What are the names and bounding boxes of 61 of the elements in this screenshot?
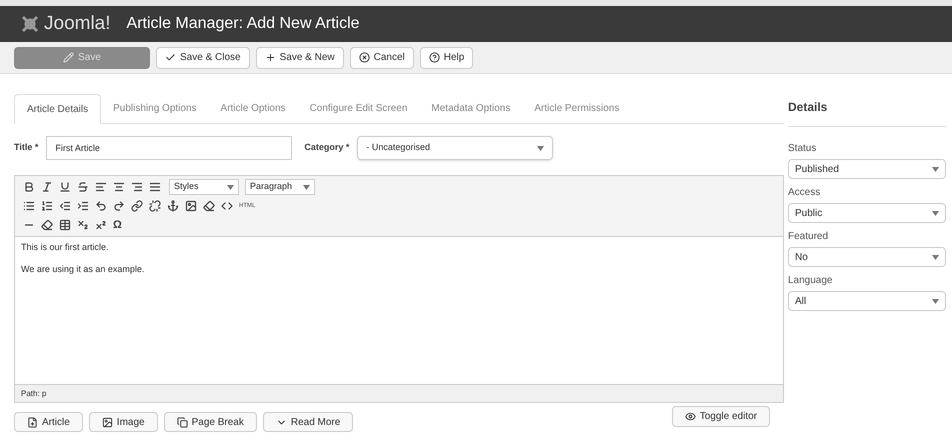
tab[interactable]: Metadata Options	[419, 93, 522, 123]
sidebar-select[interactable]: Public	[788, 203, 946, 223]
field-label: Featured	[788, 230, 830, 244]
check-icon	[165, 52, 176, 63]
pages-icon	[176, 416, 188, 428]
caret-icon	[537, 146, 544, 150]
editor-button[interactable]: Read More	[262, 412, 354, 432]
image-icon[interactable]	[183, 198, 199, 214]
sidebar-heading: Details	[788, 98, 946, 127]
title-input[interactable]: First Article	[46, 136, 292, 160]
editor-button[interactable]: Image	[88, 412, 158, 432]
caret-icon	[932, 254, 939, 260]
editor-button[interactable]: Article	[14, 412, 83, 432]
sidebar-select[interactable]: All	[788, 291, 946, 311]
page-title: Article Manager: Add New Article	[126, 14, 360, 34]
image-icon	[102, 416, 113, 428]
toolbar-button[interactable]: Save & Close	[156, 46, 250, 68]
anchor-icon[interactable]	[165, 198, 181, 214]
edit-icon	[63, 52, 74, 63]
caret-icon	[227, 184, 234, 190]
styles-select[interactable]: Styles	[169, 179, 239, 195]
caret-icon	[932, 298, 939, 304]
sidebar-select[interactable]: Published	[788, 159, 946, 179]
editor-path: Path: p	[21, 388, 46, 400]
tab[interactable]: Publishing Options	[101, 93, 209, 123]
plus-icon	[264, 52, 276, 63]
field-label: Category *	[304, 141, 350, 154]
toolbar-button[interactable]: Cancel	[350, 46, 414, 68]
link-icon[interactable]	[129, 198, 145, 214]
field-label: Status	[788, 142, 818, 156]
help-icon	[428, 52, 440, 63]
editor-content[interactable]: This is our first article. We are using it as an example.	[15, 237, 783, 384]
field-label: Title *	[14, 141, 38, 154]
editor-button[interactable]: Page Break	[164, 412, 257, 432]
logo-icon	[20, 14, 40, 34]
caret-icon	[932, 166, 939, 172]
field-label: Language	[788, 274, 834, 288]
table-icon[interactable]	[57, 217, 73, 233]
toolbar-button[interactable]: Help	[420, 46, 474, 68]
sidebar-select[interactable]: No	[788, 247, 946, 267]
editor-paragraph: We are using it as an example.	[21, 262, 146, 276]
file-icon	[27, 416, 38, 428]
format-select[interactable]: Paragraph	[245, 179, 315, 195]
cancel-icon	[358, 52, 370, 63]
caret-icon	[303, 184, 310, 190]
field-label: Access	[788, 186, 822, 200]
tab[interactable]: Article Details	[14, 94, 102, 124]
eraser-icon[interactable]	[39, 217, 55, 233]
editor-paragraph: This is our first article.	[21, 241, 110, 254]
toggle-editor-button[interactable]: Toggle editor	[672, 406, 770, 427]
brand-name: Joomla!	[44, 12, 111, 36]
unlink-icon[interactable]	[147, 198, 163, 214]
eye-icon	[684, 411, 696, 422]
special-character-button[interactable]: Ω	[111, 216, 124, 234]
cleanup-icon[interactable]	[201, 198, 217, 214]
category-select[interactable]: - Uncategorised	[357, 136, 554, 160]
tab[interactable]: Article Options	[208, 93, 298, 123]
tab[interactable]: Article Permissions	[522, 93, 632, 123]
tab[interactable]: Configure Edit Screen	[298, 93, 420, 123]
toolbar-button[interactable]: Save & New	[256, 46, 344, 68]
caret-icon	[932, 210, 939, 216]
